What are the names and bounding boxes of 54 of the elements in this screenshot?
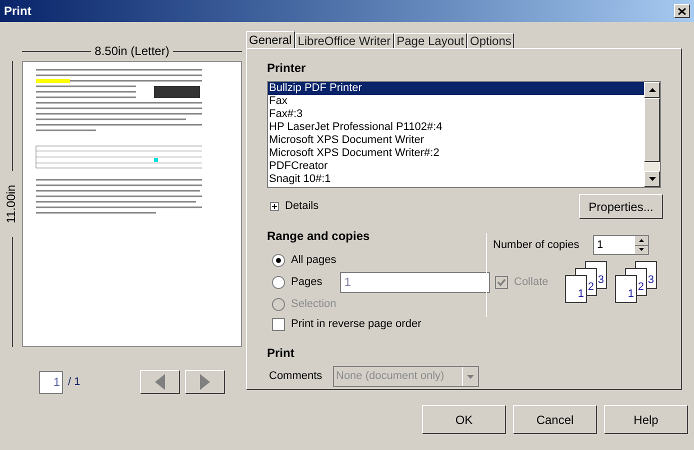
comments-label: Comments xyxy=(269,369,324,384)
tab[interactable]: Options xyxy=(467,33,514,48)
window-title: Print xyxy=(4,3,32,20)
close-icon xyxy=(678,8,686,14)
page-number: 3 xyxy=(598,275,604,286)
page-number: 2 xyxy=(638,282,644,293)
tab[interactable]: General xyxy=(246,31,295,48)
page-width-label: 8.50in (Letter) xyxy=(94,43,170,60)
page-number: 3 xyxy=(648,275,654,286)
previous-page-button[interactable] xyxy=(140,370,180,394)
printer-list-item[interactable]: Fax xyxy=(268,95,644,108)
page-total: / 1 xyxy=(68,374,80,390)
up-arrow-icon xyxy=(639,238,644,242)
checkbox[interactable] xyxy=(272,318,285,331)
down-arrow-icon xyxy=(648,177,656,181)
printer-list-item[interactable]: Fax#:3 xyxy=(268,108,644,121)
section-heading: Printer xyxy=(267,60,307,77)
page-number-field[interactable]: 1 xyxy=(39,370,63,394)
dialog-button[interactable]: OK xyxy=(422,405,506,434)
copies-spinner[interactable]: 1 xyxy=(593,235,649,255)
left-triangle-icon xyxy=(155,374,166,390)
printer-list-item[interactable]: PDFCreator xyxy=(268,160,644,173)
printer-list-item[interactable]: Snagit 10#:1 xyxy=(268,173,644,186)
page-number: 1 xyxy=(578,289,584,300)
down-arrow-icon xyxy=(639,248,644,252)
next-page-button[interactable] xyxy=(185,370,226,394)
radio-button[interactable] xyxy=(272,276,285,288)
radio-label[interactable]: Pages xyxy=(291,274,322,290)
scrollbar[interactable] xyxy=(644,82,660,187)
dialog-button[interactable]: Cancel xyxy=(513,405,597,434)
dropdown-arrow-icon xyxy=(467,374,474,378)
checkbox-label[interactable]: Print in reverse page order xyxy=(291,316,422,333)
page-number: 1 xyxy=(628,289,634,300)
expand-icon[interactable] xyxy=(270,202,279,211)
section-heading: Range and copies xyxy=(267,228,371,245)
pages-field[interactable]: 1 xyxy=(340,272,490,292)
radio-button[interactable] xyxy=(272,254,285,266)
close-button[interactable] xyxy=(674,4,690,18)
details-label[interactable]: Details xyxy=(285,198,319,215)
printer-list-item[interactable]: Microsoft XPS Document Writer xyxy=(268,134,644,147)
printer-list-item[interactable]: Microsoft XPS Document Writer#:2 xyxy=(268,147,644,160)
properties-button[interactable]: Properties... xyxy=(579,194,663,219)
right-triangle-icon xyxy=(200,374,210,390)
printer-list-item[interactable]: Bullzip PDF Printer xyxy=(268,82,644,95)
tab[interactable]: Page Layout xyxy=(394,33,468,48)
dialog-button[interactable]: Help xyxy=(604,405,688,434)
page-height-label: 11.00in xyxy=(3,184,19,224)
up-arrow-icon xyxy=(648,88,656,92)
copies-label: Number of copies xyxy=(493,238,580,253)
radio-label[interactable]: All pages xyxy=(291,252,336,268)
printer-list-item[interactable]: HP LaserJet Professional P1102#:4 xyxy=(268,121,644,134)
page-number: 2 xyxy=(588,282,594,293)
tab[interactable]: LibreOffice Writer xyxy=(294,33,394,48)
section-heading: Print xyxy=(267,345,296,362)
